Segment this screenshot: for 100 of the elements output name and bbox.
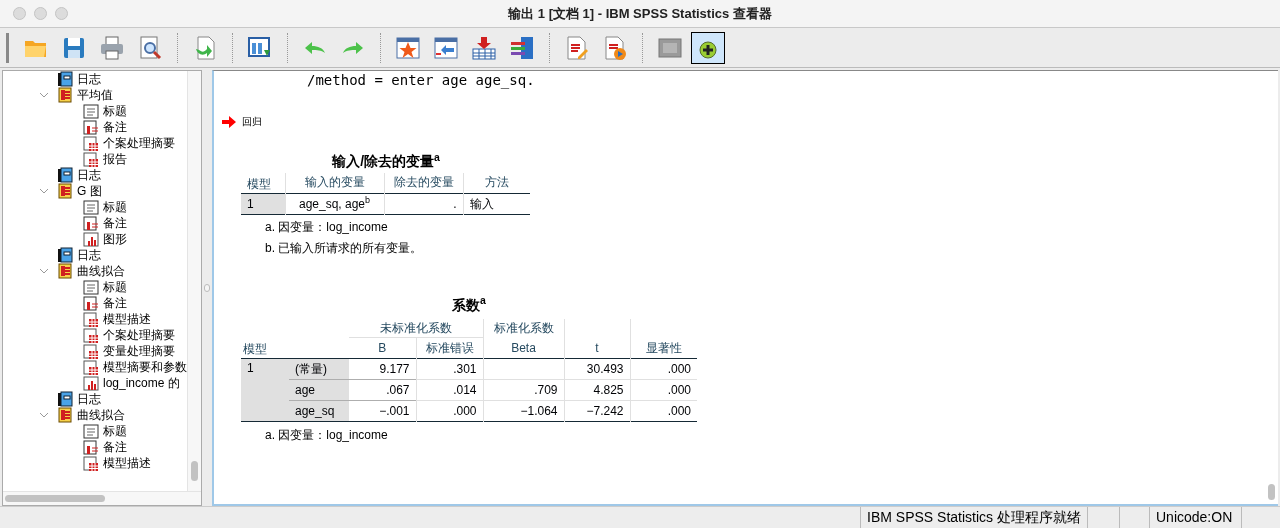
row-header: 1: [241, 358, 289, 422]
scrollbar-thumb[interactable]: [191, 461, 198, 481]
log-book-icon: [57, 391, 73, 407]
column-header: 输入的变量: [285, 173, 384, 193]
log-book-icon: [57, 247, 73, 263]
table-page-icon: [83, 311, 99, 327]
expand-caret-icon[interactable]: [39, 410, 49, 420]
table-footnote: a. 因变量：log_income: [264, 427, 389, 444]
outline-item[interactable]: 标题: [103, 198, 127, 216]
outline-item[interactable]: 标题: [103, 422, 127, 440]
table-footnote: a. 因变量：log_income: [264, 218, 389, 236]
outline-item[interactable]: G 图: [77, 182, 102, 200]
star-table-icon: [395, 34, 421, 61]
scrollbar-thumb[interactable]: [1267, 484, 1275, 500]
outline-item[interactable]: 备注: [103, 294, 127, 312]
table-cell: .000: [630, 379, 697, 401]
outline-item[interactable]: 模型描述: [103, 454, 151, 472]
scrollbar-thumb[interactable]: [5, 495, 105, 502]
window-control-button[interactable]: [55, 7, 68, 20]
row-header: (常量): [289, 358, 349, 380]
expand-caret-icon[interactable]: [39, 266, 49, 276]
expand-caret-icon[interactable]: [39, 186, 49, 196]
window-control-button[interactable]: [13, 7, 26, 20]
outline-item[interactable]: 平均值: [77, 86, 113, 104]
output-heading: 回归: [242, 115, 262, 129]
row-header: age_sq: [289, 400, 349, 422]
notes-page-icon: [83, 119, 99, 135]
row-header: age: [289, 379, 349, 401]
column-header: 模型: [241, 173, 285, 193]
table-cell: .709: [483, 379, 564, 401]
table-title: 系数$^{a}$: [451, 294, 487, 315]
outline-item[interactable]: 曲线拟合: [77, 262, 125, 280]
outline-item[interactable]: 模型描述: [103, 310, 151, 328]
table-footnote: b. 已输入所请求的所有变量。: [264, 239, 424, 257]
status-message: IBM SPSS Statistics 处理程序就绪: [861, 507, 1088, 528]
printer-icon: [99, 34, 125, 61]
notes-page-icon: [83, 439, 99, 455]
table-cell: −1.064: [483, 400, 564, 422]
outline-book-icon: [57, 183, 73, 199]
column-group-header: 标准化系数: [483, 318, 564, 338]
toolbar-button[interactable]: [691, 31, 725, 64]
table-page-icon: [83, 151, 99, 167]
outline-item[interactable]: 曲线拟合: [77, 406, 125, 424]
magnifier-document-icon: [137, 34, 163, 61]
title-page-icon: [83, 103, 99, 119]
table-page-icon: [83, 359, 99, 375]
arrow-icon: [222, 115, 236, 128]
column-header: t: [564, 337, 630, 359]
notes-page-icon: [83, 215, 99, 231]
table-cell: 输入: [463, 193, 530, 214]
outline-book-icon: [57, 407, 73, 423]
outline-item[interactable]: 标题: [103, 102, 127, 120]
title-page-icon: [83, 423, 99, 439]
column-header: 除去的变量: [384, 173, 463, 193]
chart-page-icon: [83, 375, 99, 391]
column-header: 方法: [463, 173, 530, 193]
outline-item[interactable]: 日志: [77, 166, 101, 184]
window-control-button[interactable]: [34, 7, 47, 20]
table-down-arrow-icon: [471, 34, 497, 61]
outline-item[interactable]: 日志: [77, 246, 101, 264]
outline-item[interactable]: 模型摘要和参数: [103, 358, 187, 376]
syntax-line: /method = enter age age_sq.: [306, 71, 536, 91]
table-cell: .000: [630, 400, 697, 422]
title-page-icon: [83, 279, 99, 295]
outline-item[interactable]: 备注: [103, 438, 127, 456]
column-header: 标准错误: [416, 337, 483, 359]
table-cell: −.001: [349, 400, 416, 422]
outline-item[interactable]: log_income 的: [103, 374, 180, 392]
outline-book-icon: [57, 263, 73, 279]
outline-item[interactable]: 图形: [103, 230, 127, 248]
outline-item[interactable]: 个案处理摘要: [103, 326, 175, 344]
table-cell: 4.825: [564, 379, 630, 401]
column-header: 显著性: [630, 337, 697, 359]
outline-item[interactable]: 个案处理摘要: [103, 134, 175, 152]
outline-item[interactable]: 备注: [103, 118, 127, 136]
log-book-icon: [57, 167, 73, 183]
table-page-icon: [83, 135, 99, 151]
table-cell: .000: [630, 358, 697, 380]
outline-item[interactable]: 报告: [103, 150, 127, 168]
outline-item[interactable]: 标题: [103, 278, 127, 296]
outline-item[interactable]: 日志: [77, 71, 101, 88]
table-page-icon: [83, 455, 99, 471]
outline-item[interactable]: 备注: [103, 214, 127, 232]
outline-item[interactable]: 日志: [77, 390, 101, 408]
column-header: 模型: [241, 337, 349, 359]
column-group-header: 未标准化系数: [349, 318, 483, 338]
expand-caret-icon[interactable]: [39, 90, 49, 100]
table-cell: 9.177: [349, 358, 416, 380]
notes-page-icon: [83, 295, 99, 311]
table-cell: .067: [349, 379, 416, 401]
table-title: 输入/除去的变量$^{a}$: [331, 151, 441, 171]
table-cell: .014: [416, 379, 483, 401]
encoding-status: Unicode:ON: [1150, 507, 1242, 528]
document-play-icon: [602, 34, 628, 61]
splitter-handle[interactable]: [204, 284, 210, 292]
table-page-icon: [83, 327, 99, 343]
outline-item[interactable]: 变量处理摘要: [103, 342, 175, 360]
table-cell: .000: [416, 400, 483, 422]
outline-book-icon: [57, 87, 73, 103]
column-header: B: [349, 337, 416, 359]
